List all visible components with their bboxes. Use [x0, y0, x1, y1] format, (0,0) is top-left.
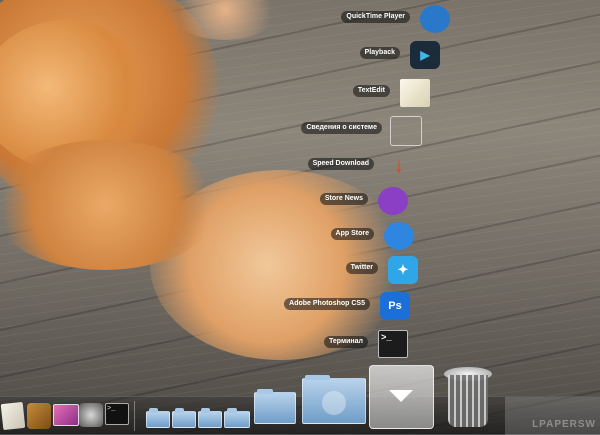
stack-item-system-info[interactable]: Сведения о системе: [228, 116, 428, 146]
system-info-icon: [390, 116, 422, 146]
dock-separator: [134, 401, 135, 431]
chevron-down-icon: [389, 390, 413, 402]
folder-icon[interactable]: [172, 408, 196, 428]
stack-item-label: Adobe Photoshop CS5: [284, 298, 370, 310]
stack-item-label: Playback: [359, 47, 400, 59]
terminal-icon[interactable]: >_: [105, 403, 129, 425]
downloads-folder-icon[interactable]: [302, 375, 366, 424]
twitter-icon: ✦: [388, 256, 418, 284]
stack-item-playback[interactable]: Playback ▶: [246, 41, 446, 69]
tools-icon[interactable]: [27, 403, 51, 429]
terminal-icon: >_: [378, 330, 408, 358]
stack-item-label: Сведения о системе: [301, 122, 382, 134]
playback-icon: ▶: [410, 41, 440, 69]
dock: >_: [0, 365, 600, 435]
quicktime-icon: [420, 5, 450, 33]
stack-item-photoshop[interactable]: Adobe Photoshop CS5 Ps: [216, 292, 416, 320]
preview-icon[interactable]: [0, 401, 26, 431]
folder-icon[interactable]: [198, 408, 222, 428]
display-icon[interactable]: [53, 404, 79, 426]
folder-icon[interactable]: [146, 408, 170, 428]
app-store-icon: [384, 222, 414, 250]
stack-item-store-news[interactable]: Store News: [214, 187, 414, 215]
applications-stack: QuickTime Player Playback ▶ TextEdit Сведени…: [0, 0, 600, 434]
store-news-icon: [378, 187, 408, 215]
stack-item-label: Store News: [319, 193, 368, 205]
stack-item-twitter[interactable]: Twitter ✦: [224, 256, 424, 284]
stack-item-label: TextEdit: [352, 85, 390, 97]
stack-item-label: Speed Download: [307, 158, 374, 170]
stack-item-app-store[interactable]: App Store: [220, 222, 420, 250]
stack-open-tile[interactable]: [369, 365, 434, 429]
stack-item-textedit[interactable]: TextEdit: [236, 79, 436, 107]
speed-download-icon: ↓: [394, 154, 404, 177]
stack-item-speed-download[interactable]: Speed Download ↓: [220, 152, 420, 178]
stack-item-label: QuickTime Player: [341, 11, 410, 23]
stack-item-label: Терминал: [323, 336, 368, 348]
textedit-icon: [400, 79, 430, 107]
stack-item-label: App Store: [330, 228, 374, 240]
trash-basket: [448, 375, 488, 427]
folder-icon[interactable]: [224, 408, 250, 428]
stack-item-terminal[interactable]: Терминал >_: [214, 330, 414, 358]
download-arrow-icon: [322, 391, 346, 415]
stack-item-label: Twitter: [345, 262, 378, 274]
system-preferences-icon[interactable]: [79, 403, 103, 427]
watermark: LPAPERSW: [532, 419, 596, 430]
trash-icon[interactable]: [444, 367, 492, 427]
movies-folder-icon[interactable]: [254, 389, 296, 424]
stack-item-quicktime[interactable]: QuickTime Player: [256, 5, 456, 33]
photoshop-icon: Ps: [380, 292, 410, 320]
